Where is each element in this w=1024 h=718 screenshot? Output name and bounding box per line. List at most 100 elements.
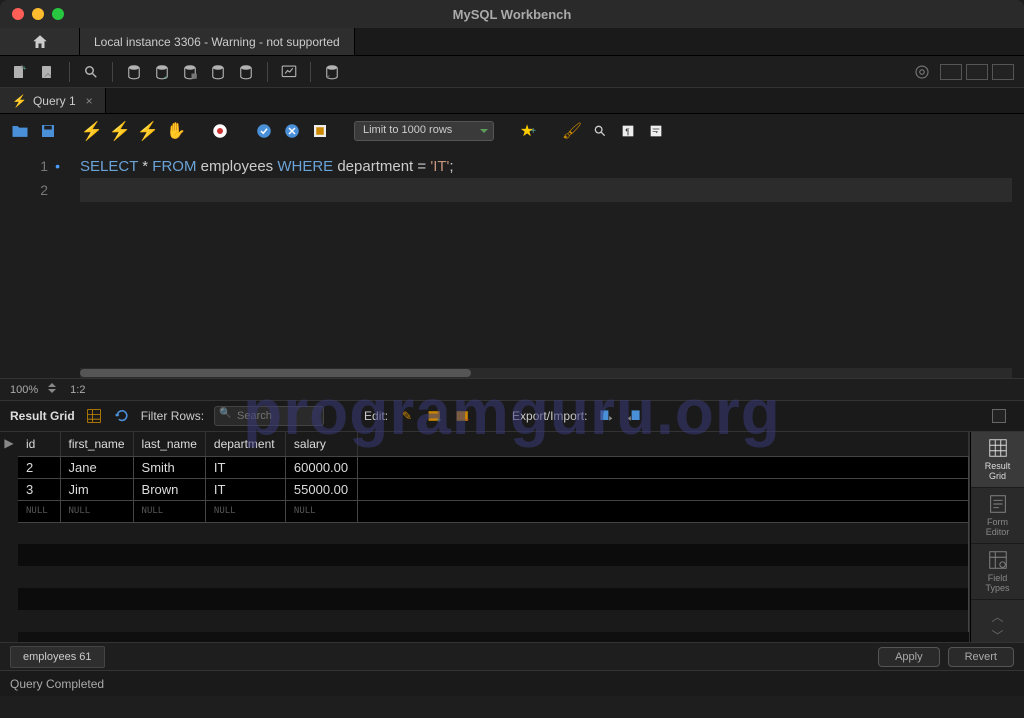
wrap-cell-checkbox[interactable] [992,409,1006,423]
chevron-down-icon: ﹀ [991,627,1003,644]
side-tab-form-editor[interactable]: Form Editor [971,488,1024,544]
rollback-icon[interactable] [282,121,302,141]
svg-text:+: + [164,74,168,81]
window-minimize-button[interactable] [32,8,44,20]
commit-icon[interactable] [254,121,274,141]
table-null-row[interactable]: NULLNULLNULLNULLNULL [18,500,969,522]
grid-view-icon[interactable] [85,407,103,425]
db-icon-4[interactable] [208,62,228,82]
db-icon-3[interactable] [180,62,200,82]
find-icon[interactable] [590,121,610,141]
query-tab-1[interactable]: ⚡ Query 1 × [0,88,106,113]
new-sql-tab-icon[interactable]: + [10,62,30,82]
column-header-last-name[interactable]: last_name [133,432,205,456]
delete-row-icon[interactable]: − [454,407,472,425]
zoom-percent: 100% [10,384,38,396]
settings-gear-icon[interactable] [912,62,932,82]
query-toolbar: ⚡ ⚡ ⚡ ✋ Limit to 1000 rows ★+ 🖌 ¶ [0,114,1024,148]
import-icon[interactable] [625,407,643,425]
window-zoom-button[interactable] [52,8,64,20]
close-icon[interactable]: × [86,94,93,108]
db-icon-1[interactable] [124,62,144,82]
panel-toggle-left[interactable] [940,64,962,80]
line-gutter: 1 2 [0,148,58,202]
column-header-salary[interactable]: salary [285,432,357,456]
table-row[interactable]: 3JimBrownIT55000.00 [18,478,969,500]
home-tab[interactable] [0,28,80,55]
sql-editor[interactable]: 1 2 SELECT * FROM employees WHERE depart… [0,148,1024,378]
favorite-icon[interactable]: ★+ [518,121,538,141]
result-toolbar: Result Grid Filter Rows: Edit: ✎ + − Exp… [0,400,1024,432]
execute-cursor-icon[interactable]: ⚡ [110,121,130,141]
result-side-tabs: Result Grid Form Editor Field Types ︿ ﹀ [970,432,1024,642]
result-set-tab[interactable]: employees 61 [10,646,105,668]
chevron-up-icon: ︿ [991,608,1003,625]
add-row-icon[interactable]: + [426,407,444,425]
side-tab-result-grid[interactable]: Result Grid [971,432,1024,488]
query-tabs: ⚡ Query 1 × [0,88,1024,114]
svg-text:¶: ¶ [625,127,629,136]
apply-button[interactable]: Apply [878,647,940,667]
window-title: MySQL Workbench [0,7,1024,22]
side-tab-field-types[interactable]: Field Types [971,544,1024,600]
reconnect-icon[interactable] [322,62,342,82]
export-icon[interactable] [597,407,615,425]
refresh-icon[interactable] [113,407,131,425]
revert-button[interactable]: Revert [948,647,1014,667]
result-grid[interactable]: id first_name last_name department salar… [18,432,970,642]
open-sql-file-icon[interactable] [38,62,58,82]
inspector-icon[interactable] [81,62,101,82]
limit-rows-dropdown[interactable]: Limit to 1000 rows [354,121,494,141]
table-row[interactable]: 2JaneSmithIT60000.00 [18,456,969,478]
open-file-icon[interactable] [10,121,30,141]
edit-label: Edit: [364,409,388,423]
side-tab-scroll-arrows[interactable]: ︿ ﹀ [971,600,1024,644]
db-icon-2[interactable]: + [152,62,172,82]
panel-toggles [940,64,1014,80]
status-bar: Query Completed [0,670,1024,696]
zoom-status-row: 100% 1:2 [0,378,1024,400]
column-header-id[interactable]: id [18,432,60,456]
query-tab-label: Query 1 [33,94,76,108]
beautify-icon[interactable]: 🖌 [562,121,582,141]
svg-text:+: + [437,415,442,424]
sql-code[interactable]: SELECT * FROM employees WHERE department… [80,154,1014,179]
collapse-arrow-icon[interactable]: ▶ [0,432,18,642]
field-types-icon [987,549,1009,571]
dashboard-icon[interactable] [279,62,299,82]
column-header-department[interactable]: department [205,432,285,456]
svg-text:−: − [465,415,470,424]
grid-icon [987,437,1009,459]
invisible-chars-icon[interactable]: ¶ [618,121,638,141]
edit-row-icon[interactable]: ✎ [398,407,416,425]
result-bottom-tabs: employees 61 Apply Revert [0,642,1024,670]
column-header-first-name[interactable]: first_name [60,432,133,456]
cursor-line-highlight [80,178,1012,202]
execute-icon[interactable]: ⚡ [82,121,102,141]
stop-icon[interactable]: ✋ [166,121,186,141]
main-toolbar: + + [0,56,1024,88]
explain-icon[interactable]: ⚡ [138,121,158,141]
svg-text:+: + [22,63,27,72]
noexec-icon[interactable] [210,121,230,141]
filter-rows-input[interactable] [214,406,324,426]
export-import-label: Export/Import: [512,409,587,423]
zoom-stepper[interactable] [48,383,60,397]
panel-toggle-right[interactable] [992,64,1014,80]
wrap-icon[interactable] [646,121,666,141]
panel-toggle-bottom[interactable] [966,64,988,80]
autocommit-icon[interactable] [310,121,330,141]
result-grid-area: ▶ id first_name last_name department sal… [0,432,1024,642]
cursor-position: 1:2 [70,384,85,396]
save-icon[interactable] [38,121,58,141]
result-grid-label: Result Grid [10,409,75,423]
db-icon-5[interactable] [236,62,256,82]
connection-tabbar: Local instance 3306 - Warning - not supp… [0,28,1024,56]
form-icon [987,493,1009,515]
editor-horizontal-scrollbar[interactable] [80,368,1012,378]
bolt-icon: ⚡ [12,94,27,108]
window-close-button[interactable] [12,8,24,20]
connection-tab[interactable]: Local instance 3306 - Warning - not supp… [80,28,355,55]
table-header-row: id first_name last_name department salar… [18,432,969,456]
home-icon [31,33,49,51]
